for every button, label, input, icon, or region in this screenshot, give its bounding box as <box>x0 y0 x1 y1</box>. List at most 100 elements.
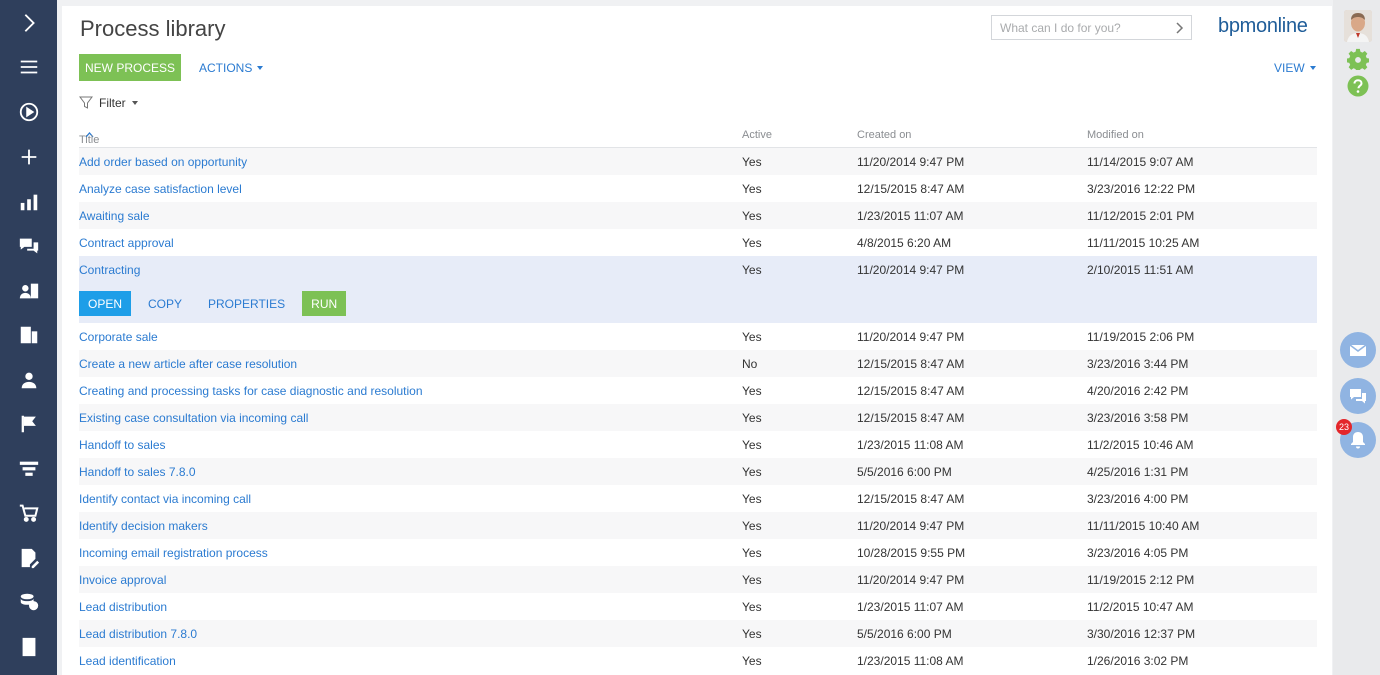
filter-button[interactable]: Filter <box>79 96 138 110</box>
row-active: Yes <box>742 627 762 641</box>
play-icon[interactable] <box>0 94 57 130</box>
filter-icon <box>79 96 93 109</box>
row-title[interactable]: Analyze case satisfaction level <box>79 182 242 196</box>
email-icon <box>1349 344 1367 356</box>
search-input[interactable] <box>992 16 1169 39</box>
table-row[interactable]: Create a new article after case resoluti… <box>79 350 1317 377</box>
plus-icon[interactable] <box>0 139 57 175</box>
row-created: 12/15/2015 8:47 AM <box>857 384 965 398</box>
dashboard-icon[interactable] <box>0 184 57 220</box>
table-row-selected[interactable]: Contracting Yes 11/20/2014 9:47 PM 2/10/… <box>79 256 1317 323</box>
settings-icon[interactable] <box>1346 48 1370 75</box>
table-row[interactable]: Handoff to sales Yes 1/23/2015 11:08 AM … <box>79 431 1317 458</box>
row-title[interactable]: Create a new article after case resoluti… <box>79 357 297 371</box>
row-created: 11/20/2014 9:47 PM <box>857 263 965 277</box>
caret-down-icon <box>131 101 138 105</box>
column-header-modified[interactable]: Modified on <box>1087 129 1144 141</box>
row-title[interactable]: Lead identification <box>79 654 176 668</box>
caret-down-icon <box>257 66 264 70</box>
table-row[interactable]: Incoming email registration process Yes … <box>79 539 1317 566</box>
row-modified: 4/20/2016 2:42 PM <box>1087 384 1189 398</box>
chevron-right-icon[interactable] <box>1169 16 1191 39</box>
chat-button[interactable] <box>1340 378 1376 414</box>
copy-button[interactable]: COPY <box>139 291 191 316</box>
row-modified: 1/26/2016 3:02 PM <box>1087 654 1189 668</box>
table-row[interactable]: Invoice approval Yes 11/20/2014 9:47 PM … <box>79 566 1317 593</box>
row-title[interactable]: Handoff to sales 7.8.0 <box>79 465 196 479</box>
row-title[interactable]: Incoming email registration process <box>79 546 268 560</box>
row-title[interactable]: Corporate sale <box>79 330 158 344</box>
row-title[interactable]: Invoice approval <box>79 573 166 587</box>
avatar[interactable] <box>1344 10 1372 42</box>
column-header-active[interactable]: Active <box>742 129 772 141</box>
row-active: Yes <box>742 155 762 169</box>
row-title[interactable]: Creating and processing tasks for case d… <box>79 384 423 398</box>
contacts-icon[interactable] <box>0 273 57 309</box>
row-title[interactable]: Awaiting sale <box>79 209 150 223</box>
table-row[interactable]: Analyze case satisfaction level Yes 12/1… <box>79 175 1317 202</box>
row-created: 1/23/2015 11:07 AM <box>857 209 964 223</box>
table-row[interactable]: Lead identification Yes 1/23/2015 11:08 … <box>79 647 1317 674</box>
row-modified: 11/2/2015 10:47 AM <box>1087 600 1194 614</box>
notification-count-badge: 23 <box>1336 419 1353 435</box>
accounts-icon[interactable] <box>0 317 57 353</box>
row-title[interactable]: Handoff to sales <box>79 438 166 452</box>
row-modified: 3/23/2016 3:58 PM <box>1087 411 1189 425</box>
table-row[interactable]: Contract approval Yes 4/8/2015 6:20 AM 1… <box>79 229 1317 256</box>
new-process-button[interactable]: NEW PROCESS <box>79 54 181 81</box>
left-nav <box>0 0 57 675</box>
view-button[interactable]: VIEW <box>1274 61 1316 75</box>
row-title[interactable]: Existing case consultation via incoming … <box>79 411 308 425</box>
row-title[interactable]: Identify contact via incoming call <box>79 492 251 506</box>
run-button[interactable]: RUN <box>302 291 347 316</box>
flag-icon[interactable] <box>0 406 57 442</box>
row-active: Yes <box>742 330 762 344</box>
table-row[interactable]: Handoff to sales 7.8.0 Yes 5/5/2016 6:00… <box>79 458 1317 485</box>
row-modified: 4/25/2016 1:31 PM <box>1087 465 1189 479</box>
row-title[interactable]: Contracting <box>79 263 140 277</box>
chat-icon <box>1350 389 1366 404</box>
properties-button[interactable]: PROPERTIES <box>199 291 294 316</box>
table-row[interactable]: Identify contact via incoming call Yes 1… <box>79 485 1317 512</box>
table-row[interactable]: Lead distribution 7.8.0 Yes 5/5/2016 6:0… <box>79 620 1317 647</box>
help-icon[interactable] <box>1347 75 1369 102</box>
cart-icon[interactable] <box>0 495 57 531</box>
finance-icon[interactable] <box>0 584 57 620</box>
document-icon[interactable] <box>0 629 57 665</box>
person-icon[interactable] <box>0 362 57 398</box>
row-title[interactable]: Contract approval <box>79 236 174 250</box>
open-button[interactable]: OPEN <box>79 291 131 316</box>
row-title[interactable]: Lead distribution 7.8.0 <box>79 627 197 641</box>
row-active: Yes <box>742 209 762 223</box>
funnel-icon[interactable] <box>0 451 57 487</box>
column-header-title[interactable]: Title <box>79 129 99 146</box>
table-row[interactable]: Awaiting sale Yes 1/23/2015 11:07 AM 11/… <box>79 202 1317 229</box>
page-title: Process library <box>80 16 226 41</box>
feed-icon[interactable] <box>0 228 57 264</box>
row-title[interactable]: Lead distribution <box>79 600 167 614</box>
row-actions: OPEN COPY PROPERTIES RUN <box>79 291 347 316</box>
column-title-label: Title <box>79 134 100 146</box>
email-button[interactable] <box>1340 332 1376 368</box>
row-title[interactable]: Add order based on opportunity <box>79 155 247 169</box>
row-created: 5/5/2016 6:00 PM <box>857 465 952 479</box>
row-active: Yes <box>742 546 762 560</box>
process-grid: Title Active Created on Modified on Add … <box>79 124 1317 674</box>
expand-icon[interactable] <box>0 5 57 41</box>
table-row[interactable]: Corporate sale Yes 11/20/2014 9:47 PM 11… <box>79 323 1317 350</box>
table-row[interactable]: Existing case consultation via incoming … <box>79 404 1317 431</box>
column-header-created[interactable]: Created on <box>857 129 911 141</box>
row-modified: 2/10/2015 11:51 AM <box>1087 263 1194 277</box>
table-row[interactable]: Creating and processing tasks for case d… <box>79 377 1317 404</box>
table-row[interactable]: Lead distribution Yes 1/23/2015 11:07 AM… <box>79 593 1317 620</box>
menu-icon[interactable] <box>0 49 57 85</box>
row-active: No <box>742 357 758 371</box>
row-created: 10/28/2015 9:55 PM <box>857 546 966 560</box>
document-edit-icon[interactable] <box>0 540 57 576</box>
table-row[interactable]: Add order based on opportunity Yes 11/20… <box>79 148 1317 175</box>
row-title[interactable]: Identify decision makers <box>79 519 208 533</box>
actions-button[interactable]: ACTIONS <box>199 61 264 75</box>
table-row[interactable]: Identify decision makers Yes 11/20/2014 … <box>79 512 1317 539</box>
command-line[interactable] <box>991 15 1192 40</box>
row-active: Yes <box>742 236 762 250</box>
